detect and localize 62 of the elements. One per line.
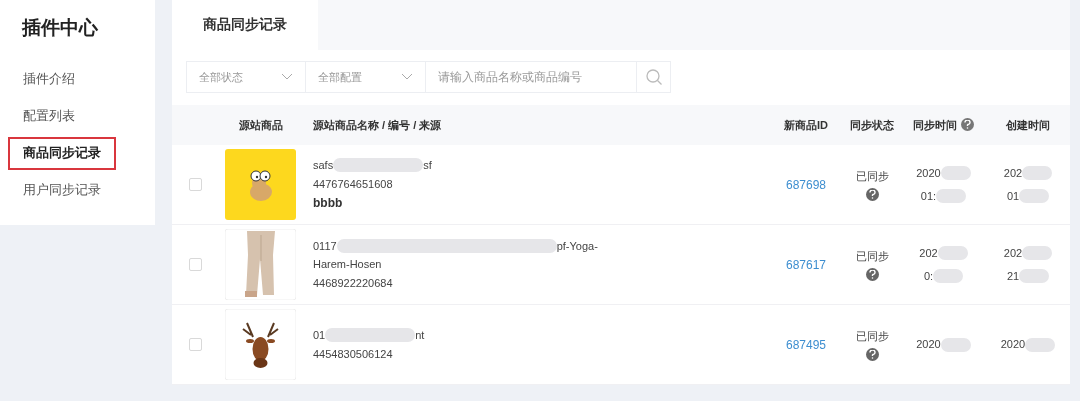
product-name: pf-Yoga- (556, 238, 598, 254)
sidebar-item[interactable]: 配置列表 (8, 99, 90, 133)
timestamp: 2020 (916, 337, 941, 353)
dropdown-value: 全部状态 (199, 70, 243, 85)
product-name: Harem-Hosen (313, 257, 382, 273)
product-name: nt (415, 328, 425, 343)
timestamp: 01: (920, 188, 937, 204)
timestamp: 21 (1006, 268, 1020, 284)
help-icon[interactable] (961, 118, 974, 132)
redaction-blur (933, 268, 964, 283)
column-header: 同步状态 (850, 117, 894, 133)
help-icon[interactable] (865, 268, 879, 282)
product-name: sf (423, 158, 432, 173)
product-code: 4454830506124 (313, 346, 394, 362)
column-header: 创建时间 (1006, 117, 1050, 133)
sidebar-title: 插件中心 (20, 16, 99, 40)
product-name: 0117 (313, 238, 337, 254)
sidebar-item[interactable]: 用户同步记录 (8, 173, 116, 207)
redaction-blur (937, 246, 968, 261)
timestamp: 202 (1003, 166, 1023, 181)
redaction-blur (940, 166, 971, 181)
timestamp: 01 (1006, 188, 1020, 204)
chevron-down-icon (401, 73, 413, 82)
redaction-blur (1019, 188, 1050, 203)
column-header: 源站商品 (238, 117, 283, 133)
dropdown-value: 全部配置 (318, 70, 362, 85)
product-id-link[interactable]: 687495 (785, 335, 826, 354)
redaction-blur (1019, 268, 1050, 283)
help-icon[interactable] (865, 188, 879, 202)
chevron-down-icon (281, 73, 293, 82)
column-header: 新商品ID (784, 117, 828, 133)
product-id-link[interactable]: 687698 (785, 175, 826, 194)
redaction-blur (1022, 166, 1053, 181)
product-name: 01 (313, 328, 326, 343)
redaction-blur (1022, 246, 1053, 261)
sync-status: 已同步 (855, 168, 889, 184)
tab[interactable]: 商品同步记录 (172, 0, 318, 50)
redaction-blur (1025, 337, 1056, 352)
help-icon[interactable] (865, 348, 879, 362)
checkbox[interactable] (189, 258, 202, 271)
timestamp: 2020 (1000, 337, 1026, 353)
product-code: 4476764651608 (313, 176, 394, 192)
product-id-link[interactable]: 687617 (785, 255, 826, 274)
redaction-blur (940, 337, 971, 352)
product-source: bbbb (313, 195, 344, 212)
sync-status: 已同步 (855, 248, 889, 264)
search-icon (644, 68, 663, 87)
checkbox[interactable] (189, 178, 202, 191)
search-field[interactable]: 请输入商品名称或商品编号 (426, 61, 636, 94)
timestamp: 202 (919, 246, 938, 261)
sync-status: 已同步 (855, 328, 889, 344)
redaction-blur (936, 188, 967, 203)
product-name: safs (313, 158, 334, 173)
sidebar-item[interactable]: 插件介绍 (8, 62, 90, 96)
column-header: 源站商品名称 / 编号 / 来源 (313, 117, 442, 133)
checkbox[interactable] (189, 338, 202, 351)
product-code: 4468922220684 (313, 275, 394, 291)
timestamp: 2020 (916, 166, 941, 181)
timestamp: 202 (1003, 246, 1023, 261)
column-header: 同步时间 (913, 117, 957, 133)
timestamp: 0: (923, 268, 934, 284)
sidebar-item[interactable]: 商品同步记录 (8, 136, 116, 170)
